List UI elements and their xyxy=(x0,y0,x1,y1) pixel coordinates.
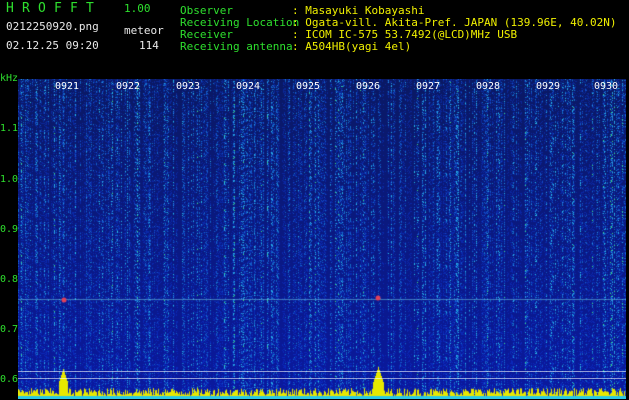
y-tick-label: 0.7 xyxy=(0,324,19,335)
x-tick-label: 0928 xyxy=(476,81,501,92)
y-tick-label: 1.0 xyxy=(0,174,19,185)
app-title: H R O F F T xyxy=(6,1,102,16)
title-letter: O xyxy=(38,1,46,16)
spectrogram-canvas xyxy=(18,79,626,399)
title-letter: F xyxy=(70,1,78,16)
datetime-label: 02.12.25 09:20 xyxy=(6,39,99,52)
x-tick-label: 0924 xyxy=(236,81,261,92)
x-tick-label: 0922 xyxy=(116,81,141,92)
x-tick-label: 0927 xyxy=(416,81,441,92)
count-label: 114 xyxy=(139,39,159,52)
x-tick-label: 0923 xyxy=(176,81,201,92)
reference-line xyxy=(18,371,626,372)
version-label: 1.00 xyxy=(124,2,151,15)
filename-label: 0212250920.png xyxy=(6,20,99,33)
reference-line xyxy=(18,378,626,379)
title-letter: R xyxy=(22,1,30,16)
x-tick-label: 0925 xyxy=(296,81,321,92)
spectrogram-viewer: H R O F F T 1.00 0212250920.png meteor 0… xyxy=(0,0,629,400)
antenna-value: : A504HB(yagi 4el) xyxy=(292,40,412,53)
y-tick-label: 0.9 xyxy=(0,224,19,235)
antenna-label: Receiving antenna xyxy=(180,40,293,53)
y-axis-unit: kHz xyxy=(0,73,19,84)
title-letter: H xyxy=(6,1,14,16)
x-tick-label: 0926 xyxy=(356,81,381,92)
x-tick-label: 0929 xyxy=(536,81,561,92)
y-tick-label: 1.1 xyxy=(0,123,19,134)
x-tick-label: 0930 xyxy=(594,81,619,92)
spectrogram-plot xyxy=(18,79,626,399)
title-letter: T xyxy=(86,1,94,16)
mode-label: meteor xyxy=(124,24,164,37)
y-tick-label: 0.8 xyxy=(0,274,19,285)
x-tick-label: 0921 xyxy=(55,81,80,92)
title-letter: F xyxy=(54,1,62,16)
y-tick-label: 0.6 xyxy=(0,374,19,385)
